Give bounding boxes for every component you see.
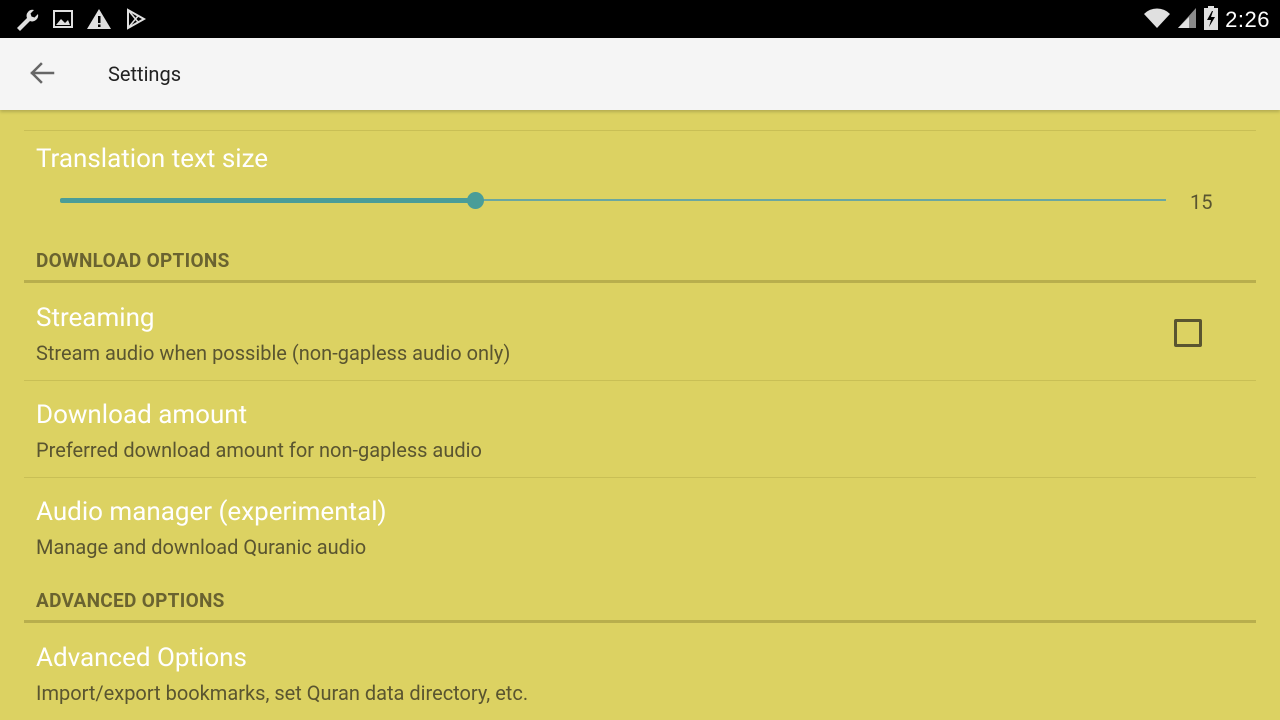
wifi-icon — [1143, 6, 1171, 34]
settings-list[interactable]: Translation text size 15 DOWNLOAD OPTION… — [0, 110, 1280, 720]
pref-title: Translation text size — [36, 144, 269, 174]
battery-icon — [1203, 5, 1219, 35]
divider — [24, 380, 1256, 381]
section-header-download: DOWNLOAD OPTIONS — [36, 249, 230, 272]
section-divider — [24, 280, 1256, 283]
app-bar: Settings — [0, 38, 1280, 110]
section-header-advanced: ADVANCED OPTIONS — [36, 589, 225, 612]
image-icon — [52, 8, 74, 30]
streaming-checkbox[interactable] — [1174, 319, 1202, 347]
signal-icon — [1177, 6, 1197, 34]
back-button[interactable] — [22, 55, 62, 95]
pref-summary: Preferred download amount for non-gaples… — [36, 438, 482, 462]
status-bar: 2:26 — [0, 0, 1280, 38]
slider-fill — [60, 198, 475, 203]
pref-summary: Stream audio when possible (non-gapless … — [36, 341, 511, 365]
divider — [24, 477, 1256, 478]
arrow-back-icon — [29, 61, 55, 89]
wrench-icon — [14, 7, 40, 31]
pref-title: Advanced Options — [36, 643, 247, 673]
page-title: Settings — [108, 62, 182, 86]
warning-icon — [86, 7, 112, 31]
pref-summary: Import/export bookmarks, set Quran data … — [36, 681, 529, 705]
slider-thumb[interactable] — [466, 192, 484, 209]
pref-summary: Manage and download Quranic audio — [36, 535, 367, 559]
play-store-icon — [124, 7, 148, 31]
section-divider — [24, 620, 1256, 623]
clock: 2:26 — [1225, 7, 1270, 32]
slider-value: 15 — [1190, 190, 1213, 214]
divider — [24, 130, 1256, 131]
pref-title: Download amount — [36, 400, 248, 430]
pref-title: Audio manager (experimental) — [36, 497, 387, 527]
pref-title: Streaming — [36, 303, 155, 333]
